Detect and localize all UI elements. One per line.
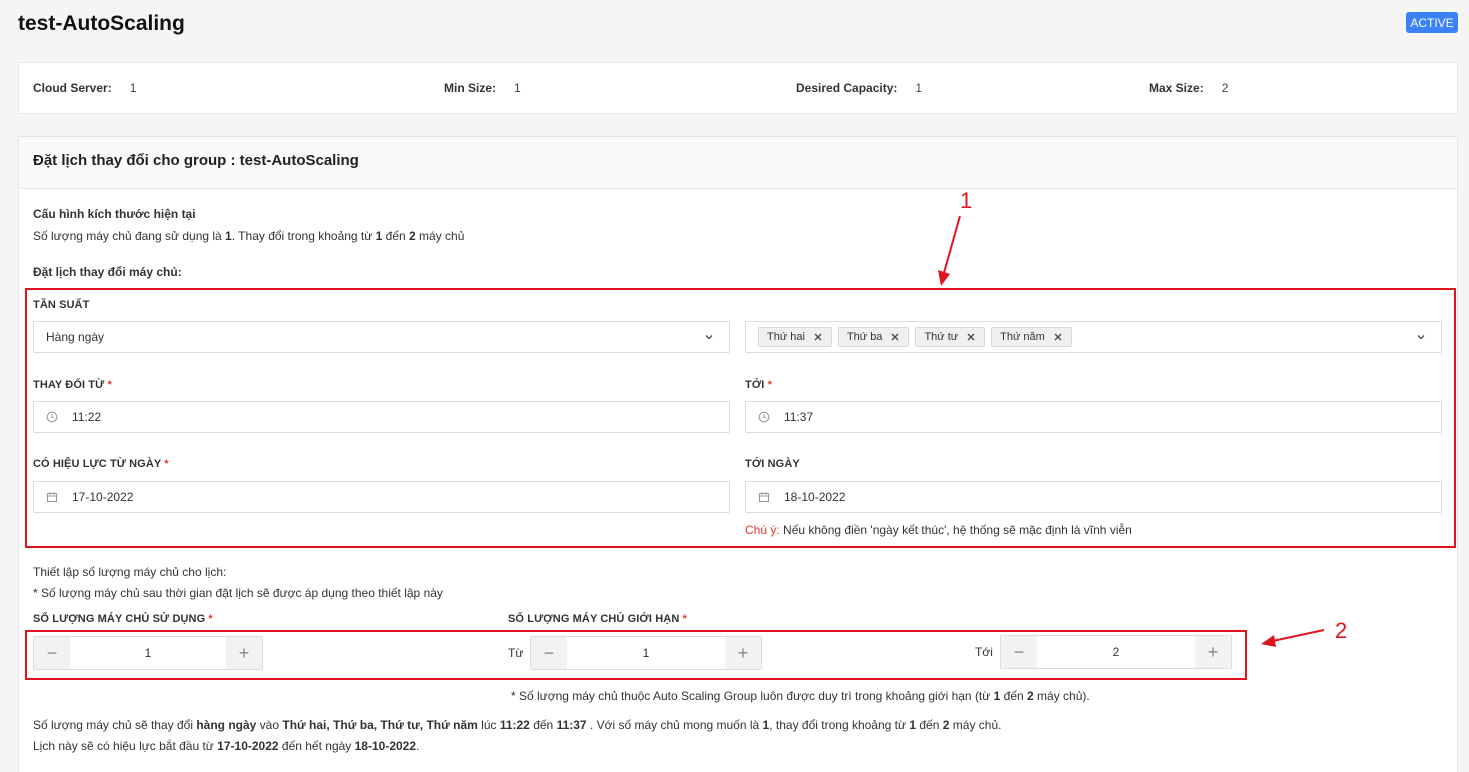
card-title: Đặt lịch thay đổi cho group : test-AutoS…: [33, 152, 359, 169]
schedule-summary-line1: Số lượng máy chủ sẽ thay đổi hàng ngày v…: [33, 718, 1002, 732]
annotation-label-2: 2: [1335, 618, 1348, 643]
summary-value: 1: [915, 81, 923, 95]
capacity-subtitle: * Số lượng máy chủ sau thời gian đặt lịc…: [33, 586, 443, 600]
summary-max-size: Max Size: 2: [1149, 81, 1228, 95]
summary-value: 2: [1221, 81, 1229, 95]
desired-label: SỐ LƯỢNG MÁY CHỦ SỬ DỤNG *: [33, 613, 213, 625]
capacity-title: Thiết lập số lượng máy chủ cho lịch:: [33, 565, 227, 579]
summary-bar: Cloud Server: 1 Min Size: 1 Desired Capa…: [18, 62, 1458, 114]
summary-label: Min Size:: [444, 81, 497, 95]
summary-label: Cloud Server:: [33, 81, 112, 95]
summary-min-size: Min Size: 1: [444, 81, 521, 95]
page-title: test-AutoScaling: [18, 12, 185, 35]
annotation-arrow-1: [938, 215, 961, 286]
summary-desired-capacity: Desired Capacity: 1: [796, 81, 922, 95]
current-config-text: Số lượng máy chủ đang sử dụng là 1. Thay…: [33, 229, 465, 243]
schedule-summary-line2: Lịch này sẽ có hiệu lực bắt đầu từ 17-10…: [33, 739, 420, 753]
summary-value: 1: [514, 81, 521, 95]
annotation-arrow-2: [1261, 629, 1325, 647]
status-badge: ACTIVE: [1406, 12, 1458, 33]
annotation-label-1: 1: [960, 188, 973, 213]
summary-cloud-server: Cloud Server: 1: [33, 81, 136, 95]
annotation-box-1: [25, 288, 1456, 548]
limit-note: * Số lượng máy chủ thuộc Auto Scaling Gr…: [511, 689, 1090, 703]
summary-value: 1: [129, 81, 137, 95]
annotation-box-2: [25, 630, 1247, 680]
summary-label: Max Size:: [1149, 81, 1204, 95]
current-config-title: Cấu hình kích thước hiện tại: [33, 207, 196, 221]
card-header: Đặt lịch thay đổi cho group : test-AutoS…: [19, 137, 1457, 189]
summary-label: Desired Capacity:: [796, 81, 898, 95]
schedule-title: Đặt lịch thay đổi máy chủ:: [33, 265, 182, 279]
limit-label: SỐ LƯỢNG MÁY CHỦ GIỚI HẠN *: [508, 613, 687, 625]
